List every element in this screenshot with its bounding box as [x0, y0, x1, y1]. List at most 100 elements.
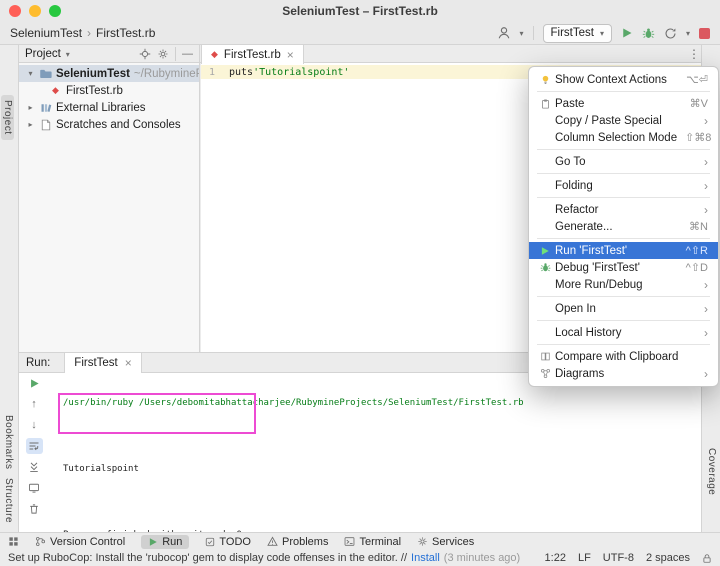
run-button[interactable]	[621, 27, 633, 39]
locate-file-icon[interactable]	[139, 48, 151, 60]
project-view-caret-icon[interactable]: ▾	[66, 50, 70, 59]
run-config-selector[interactable]: FirstTest ▾	[542, 23, 612, 43]
user-account-icon[interactable]	[497, 26, 511, 40]
zoom-window-button[interactable]	[49, 5, 61, 17]
caret-position[interactable]: 1:22	[545, 552, 566, 564]
expand-arrow-icon[interactable]: ▾	[24, 69, 37, 78]
project-panel-actions: —	[139, 47, 193, 61]
todo-icon	[205, 537, 215, 547]
user-menu-caret-icon[interactable]: ▾	[520, 29, 524, 38]
menu-item-label: Folding	[555, 179, 593, 192]
run-tab-firsttest[interactable]: FirstTest ×	[64, 352, 142, 373]
menu-item-show-context-actions[interactable]: Show Context Actions ⌥⏎	[529, 71, 718, 88]
minimize-window-button[interactable]	[29, 5, 41, 17]
more-options-icon[interactable]: ⋮	[688, 47, 700, 61]
menu-item-label: Run 'FirstTest'	[555, 244, 628, 257]
tree-item-firsttest-rb[interactable]: ◆ FirstTest.rb	[19, 82, 199, 99]
menu-item-column-selection-mode[interactable]: Column Selection Mode ⇧⌘8	[529, 129, 718, 146]
rerun-button[interactable]	[26, 375, 43, 391]
rubymine-window: SeleniumTest – FirstTest.rb SeleniumTest…	[0, 0, 720, 566]
menu-separator	[537, 197, 710, 198]
next-occurrence-button[interactable]: ↓	[26, 417, 43, 433]
editor-tab-firsttest[interactable]: ◆ FirstTest.rb ×	[201, 45, 304, 64]
menu-item-go-to[interactable]: Go To ›	[529, 153, 718, 170]
menu-item-debug-firsttest[interactable]: Debug 'FirstTest' ^⇧D	[529, 259, 718, 276]
menu-item-label: Refactor	[555, 203, 599, 216]
tree-item-scratches[interactable]: ▸ Scratches and Consoles	[19, 116, 199, 133]
tab-version-control[interactable]: Version Control	[35, 536, 125, 548]
console-line-output: Tutorialspoint	[63, 464, 139, 474]
show-console-button[interactable]	[26, 480, 43, 496]
window-title: SeleniumTest – FirstTest.rb	[282, 4, 438, 18]
stripe-item-bookmarks[interactable]: Bookmarks	[3, 415, 14, 470]
line-separator[interactable]: LF	[578, 552, 591, 564]
tree-item-seleniumtest[interactable]: ▾ SeleniumTest ~/RubymineProj	[19, 65, 199, 82]
menu-item-local-history[interactable]: Local History ›	[529, 324, 718, 341]
debug-button[interactable]	[642, 27, 655, 40]
stripe-item-coverage[interactable]: Coverage	[706, 448, 717, 495]
menu-item-compare-with-clipboard[interactable]: Compare with Clipboard	[529, 348, 718, 365]
run-with-coverage-icon[interactable]	[664, 27, 677, 40]
menu-item-label: Diagrams	[555, 367, 605, 380]
breadcrumb-file[interactable]: FirstTest.rb	[96, 26, 155, 40]
close-tab-icon[interactable]: ×	[287, 49, 294, 61]
menu-item-copy-paste-special[interactable]: Copy / Paste Special ›	[529, 112, 718, 129]
prev-occurrence-button[interactable]: ↑	[26, 396, 43, 412]
project-panel-title[interactable]: Project	[25, 48, 61, 60]
header-divider	[175, 47, 176, 61]
clear-all-button[interactable]	[26, 501, 43, 517]
terminal-icon	[344, 536, 355, 547]
menu-item-generate[interactable]: Generate... ⌘N	[529, 218, 718, 235]
stripe-item-structure[interactable]: Structure	[3, 478, 14, 523]
submenu-arrow-icon: ›	[704, 277, 708, 292]
breadcrumb-project[interactable]: SeleniumTest	[10, 26, 82, 40]
debug-bug-icon	[535, 262, 555, 273]
close-tab-icon[interactable]: ×	[125, 357, 132, 369]
menu-item-paste[interactable]: Paste ⌘V	[529, 95, 718, 112]
lock-icon[interactable]	[702, 553, 712, 564]
tree-item-external-libraries[interactable]: ▸ External Libraries	[19, 99, 199, 116]
tab-todo[interactable]: TODO	[205, 536, 251, 548]
run-panel-title: Run:	[26, 356, 51, 369]
indent-setting[interactable]: 2 spaces	[646, 552, 690, 564]
menu-item-diagrams[interactable]: Diagrams ›	[529, 365, 718, 382]
status-right-group: 1:22 LF UTF-8 2 spaces	[545, 552, 712, 564]
submenu-arrow-icon: ›	[704, 113, 708, 128]
expand-arrow-icon[interactable]: ▸	[24, 103, 37, 112]
menu-item-run-firsttest[interactable]: Run 'FirstTest' ^⇧R	[529, 242, 718, 259]
install-link[interactable]: Install	[411, 552, 440, 564]
menu-separator	[537, 91, 710, 92]
gear-icon[interactable]	[157, 48, 169, 60]
menu-item-folding[interactable]: Folding ›	[529, 177, 718, 194]
tab-terminal[interactable]: Terminal	[344, 536, 401, 548]
title-bar[interactable]: SeleniumTest – FirstTest.rb	[0, 0, 720, 22]
tab-label: Version Control	[50, 535, 126, 548]
submenu-arrow-icon: ›	[704, 325, 708, 340]
tool-window-switcher-icon[interactable]	[8, 536, 19, 547]
stripe-item-project[interactable]: Project	[1, 95, 14, 140]
run-console[interactable]: ↑ ↓ /usr/bin/ruby /Users/debomitabhattac…	[19, 373, 701, 540]
menu-item-open-in[interactable]: Open In ›	[529, 300, 718, 317]
tree-item-label: SeleniumTest	[56, 67, 130, 80]
more-run-options-icon[interactable]: ▾	[686, 29, 690, 38]
soft-wrap-toggle[interactable]	[25, 438, 43, 454]
tab-label: TODO	[219, 535, 251, 548]
submenu-arrow-icon: ›	[704, 301, 708, 316]
hide-panel-icon[interactable]: —	[182, 48, 193, 60]
menu-item-refactor[interactable]: Refactor ›	[529, 201, 718, 218]
menu-separator	[537, 344, 710, 345]
close-window-button[interactable]	[9, 5, 21, 17]
menu-separator	[537, 238, 710, 239]
submenu-arrow-icon: ›	[704, 178, 708, 193]
file-encoding[interactable]: UTF-8	[603, 552, 634, 564]
scroll-to-end-button[interactable]	[26, 459, 43, 475]
menu-item-more-run-debug[interactable]: More Run/Debug ›	[529, 276, 718, 293]
stop-button[interactable]	[699, 27, 710, 39]
project-panel-header: Project ▾ —	[19, 45, 200, 63]
tab-services[interactable]: Services	[417, 536, 474, 548]
ruby-file-icon: ◆	[211, 49, 218, 59]
paste-icon	[535, 98, 555, 110]
expand-arrow-icon[interactable]: ▸	[24, 120, 37, 129]
tab-run[interactable]: Run	[141, 534, 190, 549]
tab-problems[interactable]: Problems	[267, 536, 328, 548]
